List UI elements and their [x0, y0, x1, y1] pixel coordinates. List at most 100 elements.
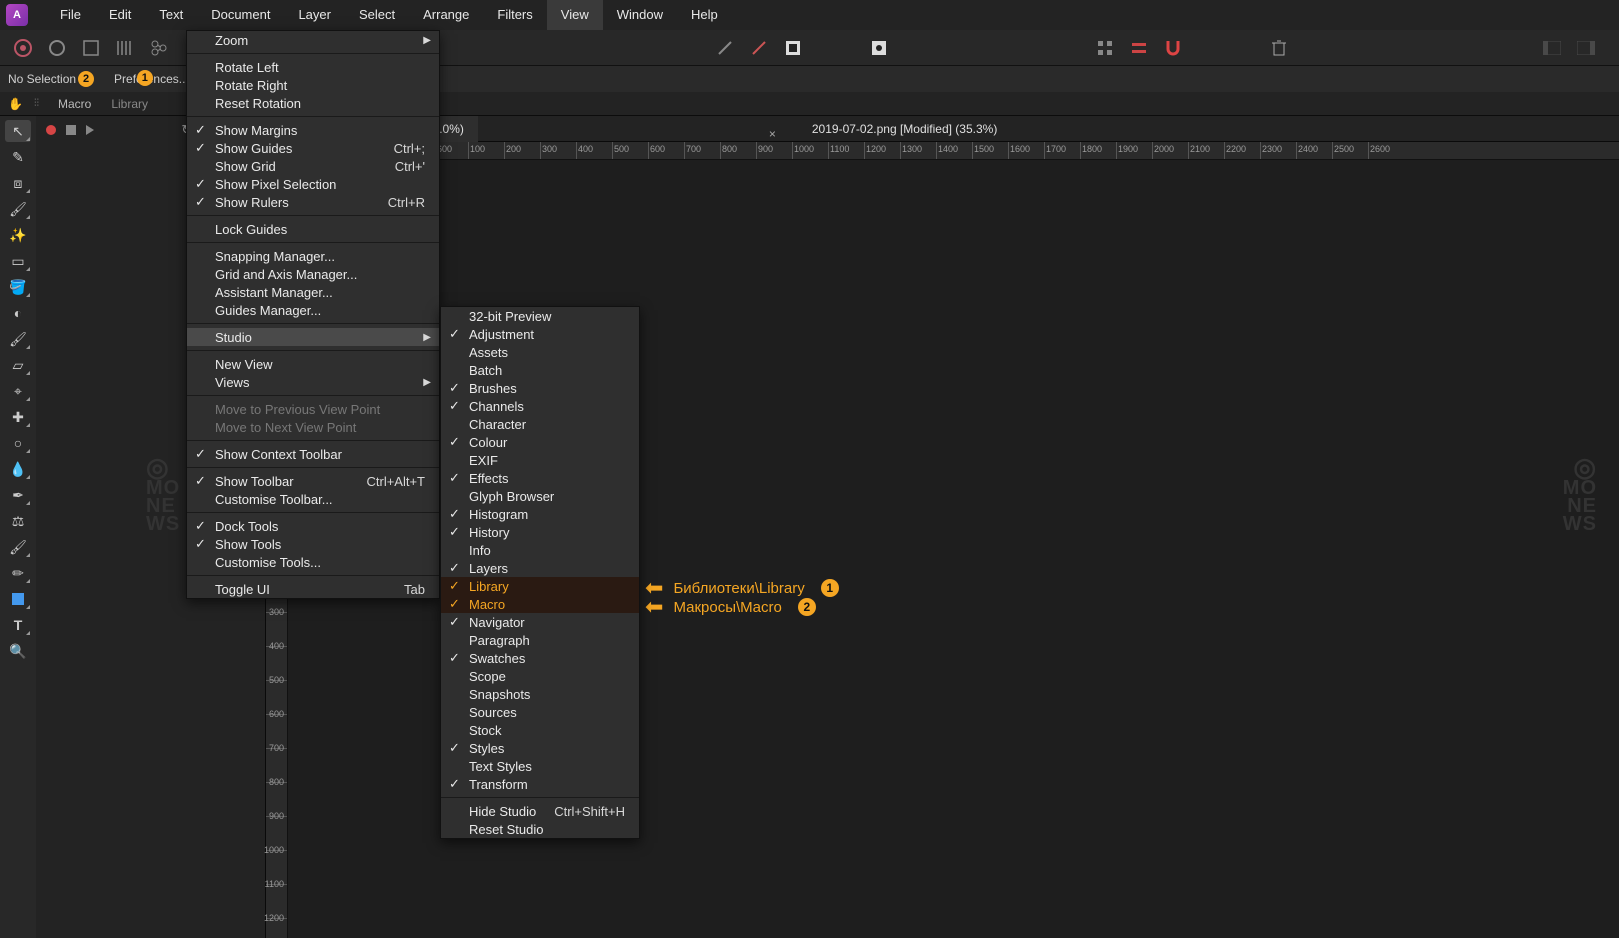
studio-menu-stock[interactable]: Stock [441, 721, 639, 739]
clone-tool[interactable]: ⌖ [5, 380, 31, 402]
studio-menu-32-bit-preview[interactable]: 32-bit Preview [441, 307, 639, 325]
tab-macro[interactable]: Macro [48, 92, 101, 116]
crop-guide-icon[interactable] [780, 35, 806, 61]
studio-menu-assets[interactable]: Assets [441, 343, 639, 361]
panel1-icon[interactable] [1539, 35, 1565, 61]
align-grid-icon[interactable] [1092, 35, 1118, 61]
menubar-item-edit[interactable]: Edit [95, 0, 145, 30]
studio-menu-sources[interactable]: Sources [441, 703, 639, 721]
liquify-persona-icon[interactable] [44, 35, 70, 61]
menubar-item-window[interactable]: Window [603, 0, 677, 30]
flood-fill-tool[interactable]: 🪣 [5, 276, 31, 298]
view-menu-customise-toolbar-[interactable]: Customise Toolbar... [187, 490, 439, 508]
view-menu-assistant-manager-[interactable]: Assistant Manager... [187, 283, 439, 301]
view-menu-show-context-toolbar[interactable]: ✓Show Context Toolbar [187, 445, 439, 463]
trash-icon[interactable] [1266, 35, 1292, 61]
hand-icon[interactable]: ✋ [8, 97, 23, 111]
tab-library[interactable]: Library [101, 92, 158, 116]
studio-menu-effects[interactable]: ✓Effects [441, 469, 639, 487]
studio-menu-colour[interactable]: ✓Colour [441, 433, 639, 451]
studio-menu-adjustment[interactable]: ✓Adjustment [441, 325, 639, 343]
view-menu-snapping-manager-[interactable]: Snapping Manager... [187, 247, 439, 265]
paint-mixer-tool[interactable]: 🖌 [5, 536, 31, 558]
panel2-icon[interactable] [1573, 35, 1599, 61]
view-menu-show-pixel-selection[interactable]: ✓Show Pixel Selection [187, 175, 439, 193]
dodge-tool[interactable]: ○ [5, 432, 31, 454]
studio-menu-glyph-browser[interactable]: Glyph Browser [441, 487, 639, 505]
studio-menu-snapshots[interactable]: Snapshots [441, 685, 639, 703]
studio-menu-history[interactable]: ✓History [441, 523, 639, 541]
menubar-item-layer[interactable]: Layer [284, 0, 345, 30]
view-menu-show-guides[interactable]: ✓Show GuidesCtrl+; [187, 139, 439, 157]
studio-menu-character[interactable]: Character [441, 415, 639, 433]
studio-menu-swatches[interactable]: ✓Swatches [441, 649, 639, 667]
studio-menu-reset-studio[interactable]: Reset Studio [441, 820, 639, 838]
tone-map-persona-icon[interactable] [112, 35, 138, 61]
vector-brush-tool[interactable]: ✏ [5, 562, 31, 584]
menubar-item-select[interactable]: Select [345, 0, 409, 30]
menubar-item-file[interactable]: File [46, 0, 95, 30]
magic-wand-tool[interactable]: ✨ [5, 224, 31, 246]
view-menu-dock-tools[interactable]: ✓Dock Tools [187, 517, 439, 535]
view-menu-reset-rotation[interactable]: Reset Rotation [187, 94, 439, 112]
view-menu-studio[interactable]: Studio▶ [187, 328, 439, 346]
studio-menu-paragraph[interactable]: Paragraph [441, 631, 639, 649]
blur-tool[interactable]: 💧 [5, 458, 31, 480]
studio-menu-hide-studio[interactable]: Hide StudioCtrl+Shift+H [441, 802, 639, 820]
view-menu-show-toolbar[interactable]: ✓Show ToolbarCtrl+Alt+T [187, 472, 439, 490]
photo-persona-icon[interactable] [10, 35, 36, 61]
menubar-item-arrange[interactable]: Arrange [409, 0, 483, 30]
zoom-tool[interactable]: 🔍 [5, 640, 31, 662]
menubar-item-document[interactable]: Document [197, 0, 284, 30]
view-menu-show-margins[interactable]: ✓Show Margins [187, 121, 439, 139]
mesh-warp-tool[interactable]: ⚖ [5, 510, 31, 532]
studio-menu-transform[interactable]: ✓Transform [441, 775, 639, 793]
studio-menu-brushes[interactable]: ✓Brushes [441, 379, 639, 397]
develop-persona-icon[interactable] [78, 35, 104, 61]
view-menu-guides-manager-[interactable]: Guides Manager... [187, 301, 439, 319]
view-menu-new-view[interactable]: New View [187, 355, 439, 373]
studio-menu-histogram[interactable]: ✓Histogram [441, 505, 639, 523]
studio-menu-channels[interactable]: ✓Channels [441, 397, 639, 415]
view-menu-rotate-right[interactable]: Rotate Right [187, 76, 439, 94]
menubar-item-help[interactable]: Help [677, 0, 732, 30]
export-persona-icon[interactable] [146, 35, 172, 61]
menubar-item-text[interactable]: Text [145, 0, 197, 30]
gradient-tool[interactable]: ◐ [5, 302, 31, 324]
selection-brush-tool[interactable]: 🖌 [5, 198, 31, 220]
view-menu-toggle-ui[interactable]: Toggle UITab [187, 580, 439, 598]
color-picker-tool[interactable]: ✎ [5, 146, 31, 168]
doc-tab-2[interactable]: 2019-07-02.png [Modified] (35.3%) [798, 116, 1011, 142]
pen-tool[interactable]: ✒ [5, 484, 31, 506]
studio-menu-library[interactable]: ✓Library [441, 577, 639, 595]
view-menu-show-grid[interactable]: Show GridCtrl+' [187, 157, 439, 175]
studio-menu-macro[interactable]: ✓Macro [441, 595, 639, 613]
stop-button[interactable] [66, 125, 76, 135]
studio-menu-layers[interactable]: ✓Layers [441, 559, 639, 577]
menubar-item-filters[interactable]: Filters [483, 0, 546, 30]
view-menu-grid-and-axis-manager-[interactable]: Grid and Axis Manager... [187, 265, 439, 283]
menubar-item-view[interactable]: View [547, 0, 603, 30]
record-button[interactable] [46, 125, 56, 135]
text-tool[interactable]: T [5, 614, 31, 636]
magnet-icon[interactable] [1160, 35, 1186, 61]
view-menu-views[interactable]: Views▶ [187, 373, 439, 391]
align-red-icon[interactable] [1126, 35, 1152, 61]
studio-menu-text-styles[interactable]: Text Styles [441, 757, 639, 775]
erase-tool[interactable]: ▱ [5, 354, 31, 376]
diag2-icon[interactable] [746, 35, 772, 61]
view-menu-rotate-left[interactable]: Rotate Left [187, 58, 439, 76]
studio-menu-exif[interactable]: EXIF [441, 451, 639, 469]
rectangle-tool[interactable] [5, 588, 31, 610]
studio-menu-info[interactable]: Info [441, 541, 639, 559]
studio-menu-navigator[interactable]: ✓Navigator [441, 613, 639, 631]
view-menu-customise-tools-[interactable]: Customise Tools... [187, 553, 439, 571]
studio-menu-styles[interactable]: ✓Styles [441, 739, 639, 757]
marquee-tool[interactable]: ▭ [5, 250, 31, 272]
view-menu-lock-guides[interactable]: Lock Guides [187, 220, 439, 238]
crop-tool[interactable]: ⧈ [5, 172, 31, 194]
studio-menu-batch[interactable]: Batch [441, 361, 639, 379]
paint-brush-tool[interactable]: 🖌 [5, 328, 31, 350]
view-menu-show-rulers[interactable]: ✓Show RulersCtrl+R [187, 193, 439, 211]
heal-tool[interactable]: ✚ [5, 406, 31, 428]
